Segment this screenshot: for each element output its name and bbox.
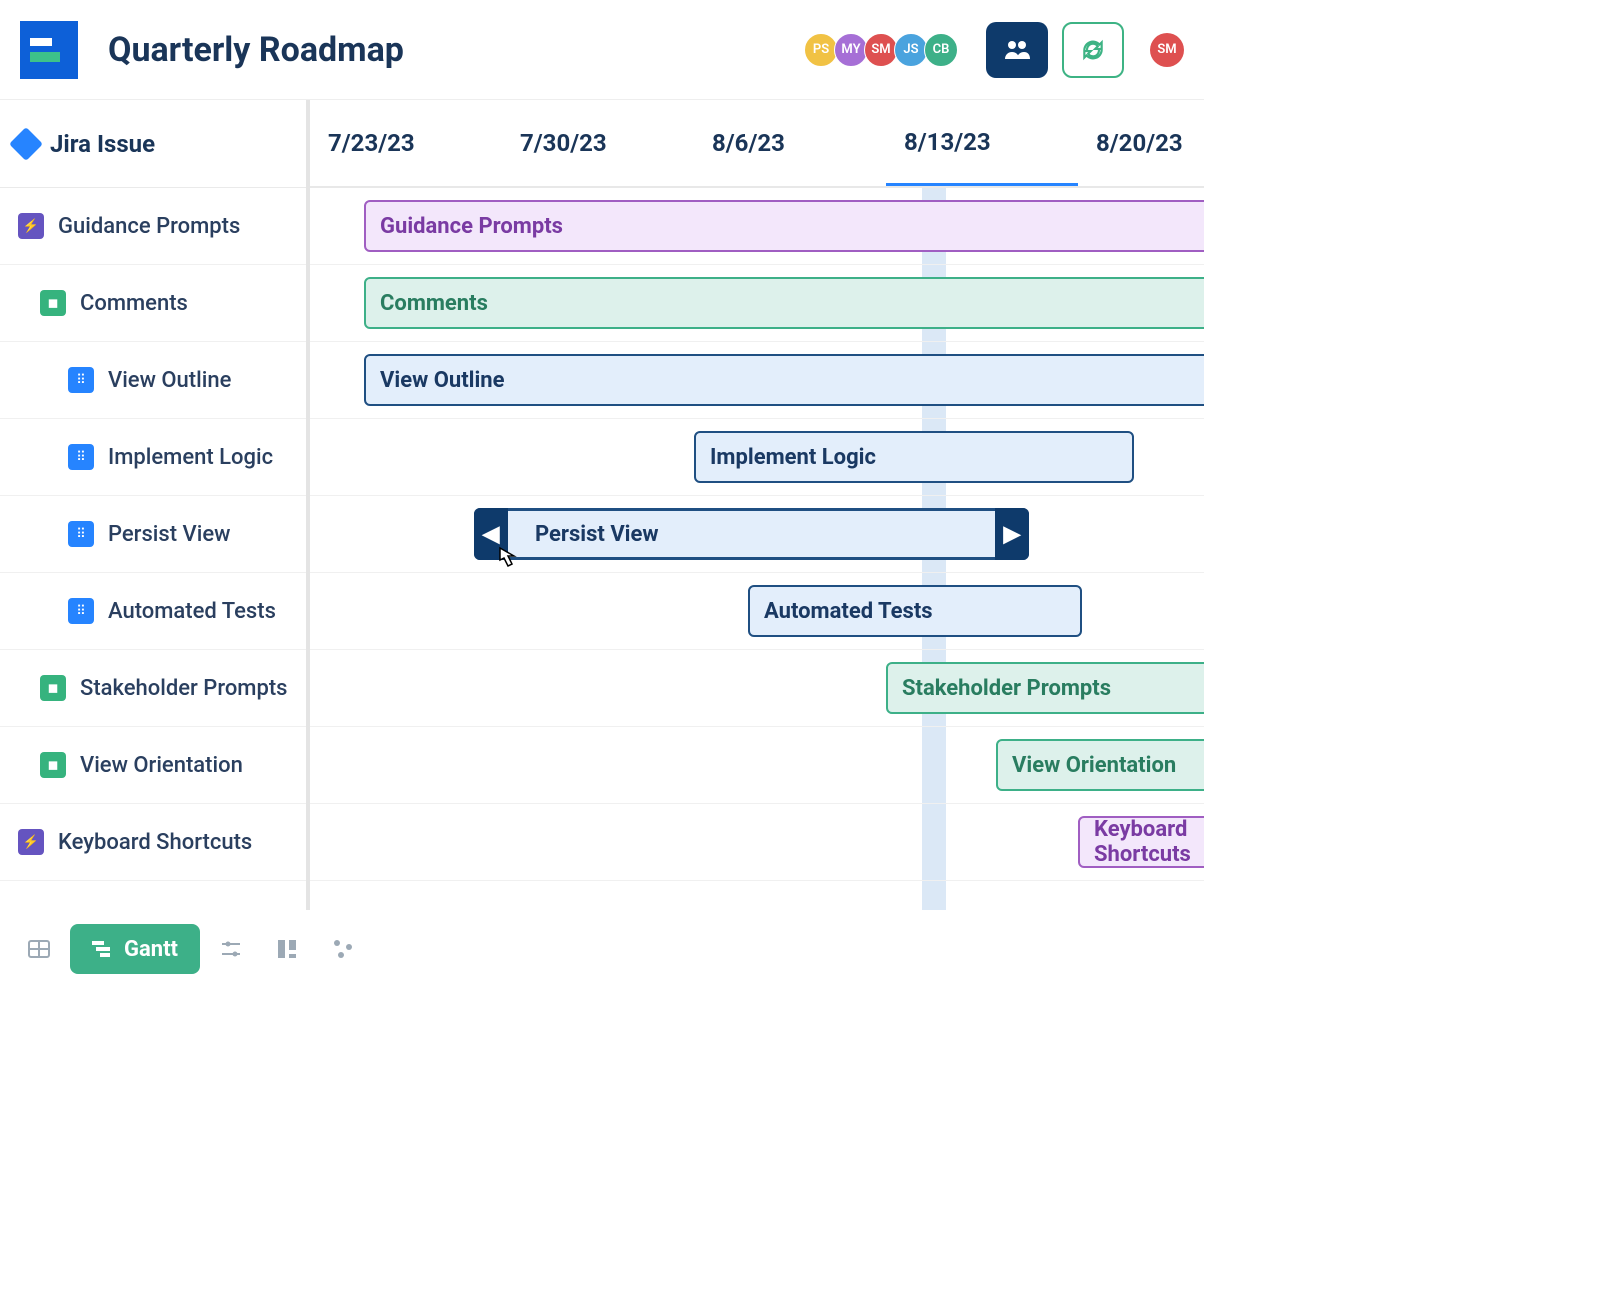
current-user-avatar[interactable]: SM <box>1150 33 1184 67</box>
footer-toolbar: Gantt <box>0 910 1204 988</box>
view-gantt-button[interactable]: Gantt <box>70 924 200 974</box>
sidebar-item[interactable]: ◼ Comments <box>0 265 306 342</box>
sidebar-item-label: Guidance Prompts <box>58 214 240 239</box>
gantt-bar[interactable]: Stakeholder Prompts <box>886 662 1204 714</box>
gantt-bar-label: Guidance Prompts <box>380 214 563 239</box>
gantt-bar-label: Persist View <box>535 522 659 547</box>
jira-icon <box>9 127 43 161</box>
share-users-button[interactable] <box>986 22 1048 78</box>
gantt-lane: Implement Logic <box>310 419 1204 496</box>
gantt-bar[interactable]: Automated Tests <box>748 585 1082 637</box>
sidebar: Jira Issue ⚡ Guidance Prompts ◼ Comments ⠿ Vi… <box>0 100 310 910</box>
bar-resize-left-handle[interactable]: ◀ <box>474 508 508 560</box>
issue-type-icon: ⠿ <box>68 367 94 393</box>
issue-type-icon: ⚡ <box>18 829 44 855</box>
bar-resize-right-handle[interactable]: ▶ <box>995 508 1029 560</box>
collaborator-avatar[interactable]: PS <box>804 33 838 67</box>
gantt-bar-label: View Orientation <box>1012 753 1176 778</box>
gantt-bar-label: View Outline <box>380 368 505 393</box>
view-nodes-button[interactable] <box>318 924 368 974</box>
gantt-bar[interactable]: Guidance Prompts <box>364 200 1204 252</box>
collaborator-avatar[interactable]: CB <box>924 33 958 67</box>
gantt-lane: View Orientation <box>310 727 1204 804</box>
gantt-main[interactable]: 7/23/237/30/238/6/238/13/238/20/23 Guida… <box>310 100 1204 910</box>
collaborator-avatar[interactable]: MY <box>834 33 868 67</box>
sidebar-item-label: Implement Logic <box>108 445 273 470</box>
gantt-lane: Comments <box>310 265 1204 342</box>
gantt-lanes: Guidance Prompts Comments View Outline Impl… <box>310 188 1204 910</box>
sidebar-item-label: Automated Tests <box>108 599 276 624</box>
collaborator-avatar[interactable]: SM <box>864 33 898 67</box>
gantt-bar[interactable]: Implement Logic <box>694 431 1134 483</box>
timeline-column[interactable]: 7/23/23 <box>310 100 502 186</box>
gantt-bar[interactable]: View Outline <box>364 354 1204 406</box>
gantt-lane: Automated Tests <box>310 573 1204 650</box>
gantt-bar-label: Implement Logic <box>710 445 876 470</box>
sidebar-item[interactable]: ⠿ Implement Logic <box>0 419 306 496</box>
nodes-icon <box>331 937 355 961</box>
gantt-lane: View Outline <box>310 342 1204 419</box>
sidebar-item-label: Keyboard Shortcuts <box>58 830 252 855</box>
sidebar-item[interactable]: ◼ View Orientation <box>0 727 306 804</box>
collaborator-avatar[interactable]: JS <box>894 33 928 67</box>
sliders-icon <box>219 937 243 961</box>
sidebar-item-label: View Orientation <box>80 753 243 778</box>
timeline-column[interactable]: 8/20/23 <box>1078 100 1204 186</box>
timeline-column[interactable]: 8/13/23 <box>886 100 1078 186</box>
sidebar-item-label: View Outline <box>108 368 231 393</box>
timeline-header: 7/23/237/30/238/6/238/13/238/20/23 <box>310 100 1204 188</box>
page-title: Quarterly Roadmap <box>108 30 404 70</box>
gantt-bar[interactable]: View Orientation <box>996 739 1204 791</box>
gantt-bar[interactable]: Comments <box>364 277 1204 329</box>
issue-type-icon: ⠿ <box>68 521 94 547</box>
gantt-bar-label: Keyboard Shortcuts <box>1094 817 1204 867</box>
gantt-lane: Keyboard Shortcuts <box>310 804 1204 881</box>
sidebar-header[interactable]: Jira Issue <box>0 100 306 188</box>
sidebar-item-label: Comments <box>80 291 188 316</box>
gantt-bar-label: Automated Tests <box>764 599 933 624</box>
header: Quarterly Roadmap PSMYSMJSCB SM <box>0 0 1204 100</box>
sidebar-item[interactable]: ⠿ View Outline <box>0 342 306 419</box>
grid-icon <box>27 937 51 961</box>
issue-type-icon: ⠿ <box>68 598 94 624</box>
doc-type-icon <box>20 21 78 79</box>
timeline-column[interactable]: 8/6/23 <box>694 100 886 186</box>
header-right: PSMYSMJSCB SM <box>808 0 1184 99</box>
gantt-lane: Persist View ◀ ▶ <box>310 496 1204 573</box>
sidebar-item[interactable]: ⚡ Guidance Prompts <box>0 188 306 265</box>
collaborator-stack[interactable]: PSMYSMJSCB <box>808 33 958 67</box>
users-icon <box>1004 39 1030 61</box>
sidebar-header-label: Jira Issue <box>50 130 155 158</box>
issue-type-icon: ⚡ <box>18 213 44 239</box>
sidebar-item-label: Persist View <box>108 522 230 547</box>
sidebar-item[interactable]: ⠿ Automated Tests <box>0 573 306 650</box>
view-grid-button[interactable] <box>14 924 64 974</box>
issue-type-icon: ⠿ <box>68 444 94 470</box>
gantt-bar-label: Stakeholder Prompts <box>902 676 1111 701</box>
issue-type-icon: ◼ <box>40 752 66 778</box>
sidebar-item-label: Stakeholder Prompts <box>80 676 288 701</box>
issue-type-icon: ◼ <box>40 290 66 316</box>
body: Jira Issue ⚡ Guidance Prompts ◼ Comments ⠿ Vi… <box>0 100 1204 910</box>
app-root: Quarterly Roadmap PSMYSMJSCB SM Jira Iss… <box>0 0 1204 988</box>
gantt-icon <box>92 940 114 958</box>
gantt-label: Gantt <box>124 937 178 962</box>
gantt-bar-label: Comments <box>380 291 488 316</box>
gantt-lane: Stakeholder Prompts <box>310 650 1204 727</box>
refresh-button[interactable] <box>1062 22 1124 78</box>
timeline-column[interactable]: 7/30/23 <box>502 100 694 186</box>
refresh-icon <box>1080 37 1106 63</box>
issue-type-icon: ◼ <box>40 675 66 701</box>
view-sliders-button[interactable] <box>206 924 256 974</box>
gantt-bar[interactable]: Persist View ◀ ▶ <box>474 508 1029 560</box>
view-board-button[interactable] <box>262 924 312 974</box>
gantt-lane: Guidance Prompts <box>310 188 1204 265</box>
board-icon <box>275 937 299 961</box>
gantt-lane <box>310 881 1204 910</box>
sidebar-item[interactable]: ⚡ Keyboard Shortcuts <box>0 804 306 881</box>
gantt-bar[interactable]: Keyboard Shortcuts <box>1078 816 1204 868</box>
sidebar-item[interactable]: ◼ Stakeholder Prompts <box>0 650 306 727</box>
sidebar-item[interactable]: ⠿ Persist View <box>0 496 306 573</box>
